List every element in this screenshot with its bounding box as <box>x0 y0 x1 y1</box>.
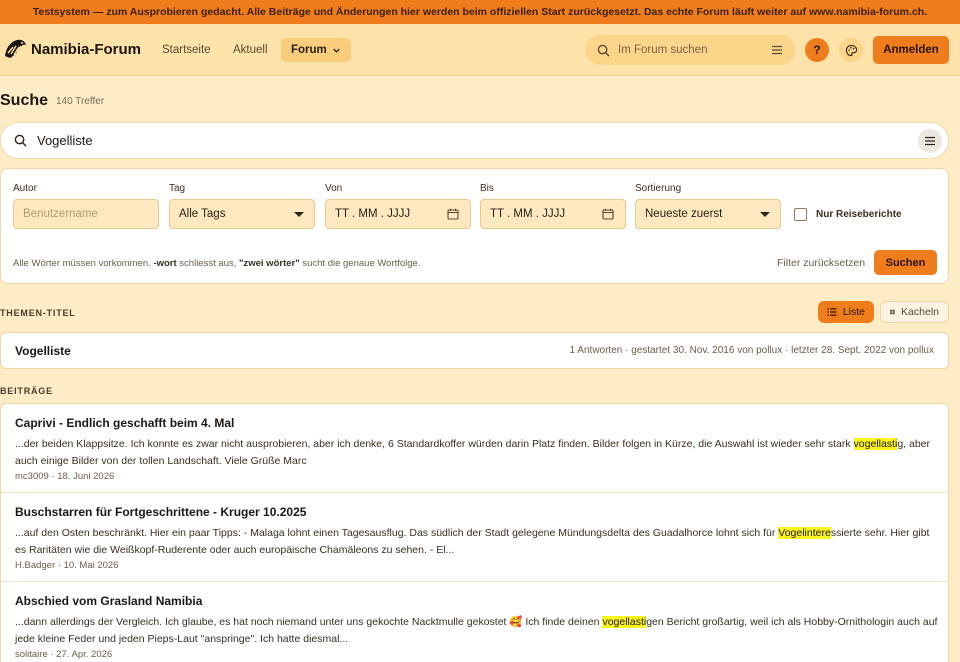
banner-text: Testsystem — zum Ausprobieren gedacht. A… <box>32 6 928 18</box>
author-input[interactable]: Benutzername <box>13 199 159 229</box>
from-date-label: Von <box>325 183 343 194</box>
view-tiles-button[interactable]: Kacheln <box>880 301 949 323</box>
tag-label: Tag <box>169 183 186 194</box>
search-submit-label: Suchen <box>885 256 926 269</box>
nav-home[interactable]: Startseite <box>152 38 221 62</box>
post-title[interactable]: Buschstarren für Fortgeschrittene - Krug… <box>15 505 306 519</box>
view-list-label: Liste <box>842 306 865 318</box>
nav-recent[interactable]: Aktuell <box>223 38 278 62</box>
post-excerpt: ...auf den Osten beschränkt. Hier ein pa… <box>15 525 940 559</box>
page-title: Suche <box>0 92 49 109</box>
grid-icon <box>890 309 895 315</box>
posts-list: Caprivi - Endlich geschafft beim 4. Mal … <box>0 403 949 662</box>
hint-minus: -wort <box>153 258 177 269</box>
filter-panel: Autor Benutzername Tag Alle Tags Von TT … <box>0 168 949 284</box>
tag-value: Alle Tags <box>179 208 226 220</box>
to-date-value: TT . MM . JJJJ <box>490 208 566 220</box>
search-submit-button[interactable]: Suchen <box>874 250 937 275</box>
help-label: ? <box>813 43 821 57</box>
author-label: Autor <box>13 183 37 194</box>
caret-down-icon <box>760 212 770 217</box>
test-system-banner: Testsystem — zum Ausprobieren gedacht. A… <box>0 0 960 24</box>
travel-reports-checkbox[interactable] <box>794 208 807 221</box>
zebra-logo-icon <box>5 39 26 58</box>
chevron-down-icon <box>333 48 340 53</box>
forum-search-input[interactable]: Im Forum suchen <box>585 35 795 65</box>
logo[interactable]: Namibia-Forum <box>2 36 141 62</box>
calendar-icon[interactable] <box>602 208 614 220</box>
forum-search-placeholder: Im Forum suchen <box>618 44 708 56</box>
to-date-input[interactable]: TT . MM . JJJJ <box>480 199 626 229</box>
list-icon <box>827 308 837 316</box>
search-hint: Alle Wörter müssen vorkommen. -wort schl… <box>13 258 420 269</box>
caret-down-icon <box>294 212 304 217</box>
tag-select[interactable]: Alle Tags <box>169 199 315 229</box>
sort-select[interactable]: Neueste zuerst <box>635 199 781 229</box>
travel-reports-toggle[interactable]: Nur Reiseberichte <box>794 208 902 221</box>
login-button[interactable]: Anmelden <box>873 36 949 64</box>
view-tiles-label: Kacheln <box>901 306 939 318</box>
search-icon <box>597 44 610 57</box>
post-excerpt: ...dann allerdings der Vergleich. Ich gl… <box>15 614 940 648</box>
post-meta: H.Badger · 10. Mai 2026 <box>15 560 119 571</box>
topic-title[interactable]: Vogelliste <box>15 344 71 358</box>
post-excerpt: ...der beiden Klappsitze. Ich konnte es … <box>15 436 940 470</box>
search-options-button[interactable] <box>918 129 942 153</box>
topic-meta: 1 Antworten · gestartet 30. Nov. 2016 vo… <box>569 345 934 356</box>
author-placeholder: Benutzername <box>23 208 98 220</box>
login-label: Anmelden <box>883 44 939 56</box>
help-button[interactable]: ? <box>805 38 829 62</box>
hint-prefix: Alle Wörter müssen vorkommen. <box>13 258 154 269</box>
post-result[interactable]: Buschstarren für Fortgeschrittene - Krug… <box>1 493 948 582</box>
travel-reports-label: Nur Reiseberichte <box>816 209 902 220</box>
topics-section-label: THEMEN-TITEL <box>0 308 76 318</box>
nav-forum[interactable]: Forum <box>281 38 351 62</box>
from-date-input[interactable]: TT . MM . JJJJ <box>325 199 471 229</box>
post-title[interactable]: Caprivi - Endlich geschafft beim 4. Mal <box>15 416 234 430</box>
from-date-value: TT . MM . JJJJ <box>335 208 411 220</box>
search-highlight: vogellasti <box>853 438 898 450</box>
hint-suffix: sucht die genaue Wortfolge. <box>299 258 421 269</box>
hit-count: 140 Treffer <box>56 96 105 107</box>
excerpt-text: ...der beiden Klappsitze. Ich konnte es … <box>15 438 854 450</box>
post-result[interactable]: Caprivi - Endlich geschafft beim 4. Mal … <box>1 404 948 493</box>
logo-text: Namibia-Forum <box>31 40 142 58</box>
reset-filters-link[interactable]: Filter zurücksetzen <box>777 257 865 269</box>
hint-quote: "zwei wörter" <box>238 258 300 269</box>
menu-icon[interactable] <box>771 45 783 55</box>
nav-recent-label: Aktuell <box>233 44 268 56</box>
calendar-icon[interactable] <box>447 208 459 220</box>
sort-label: Sortierung <box>635 183 682 194</box>
menu-icon <box>925 136 935 146</box>
to-date-label: Bis <box>480 183 494 194</box>
search-highlight: Vogelintere <box>778 527 831 539</box>
nav-home-label: Startseite <box>162 44 211 56</box>
post-title[interactable]: Abschied vom Grasland Namibia <box>15 594 202 608</box>
search-query-input[interactable]: Vogelliste <box>0 122 949 159</box>
nav-forum-label: Forum <box>291 44 327 56</box>
search-highlight: vogellasti <box>602 616 647 628</box>
post-meta: solitaire · 27. Apr. 2026 <box>15 649 113 660</box>
sort-value: Neueste zuerst <box>645 208 723 220</box>
top-header: Namibia-Forum Startseite Aktuell Forum I… <box>0 24 960 76</box>
search-icon <box>14 134 27 147</box>
posts-section-label: BEITRÄGE <box>0 386 53 396</box>
view-list-button[interactable]: Liste <box>818 301 874 323</box>
hint-middle: schliesst aus, <box>176 258 239 269</box>
search-query-value: Vogelliste <box>37 133 93 148</box>
theme-button[interactable] <box>839 38 863 62</box>
topic-result[interactable]: Vogelliste 1 Antworten · gestartet 30. N… <box>0 332 949 369</box>
post-result[interactable]: Abschied vom Grasland Namibia ...dann al… <box>1 582 948 662</box>
excerpt-text: ...auf den Osten beschränkt. Hier ein pa… <box>15 527 779 539</box>
post-meta: mc3009 · 18. Juni 2026 <box>15 471 115 482</box>
excerpt-text: ...dann allerdings der Vergleich. Ich gl… <box>15 616 603 628</box>
palette-icon <box>845 44 857 56</box>
